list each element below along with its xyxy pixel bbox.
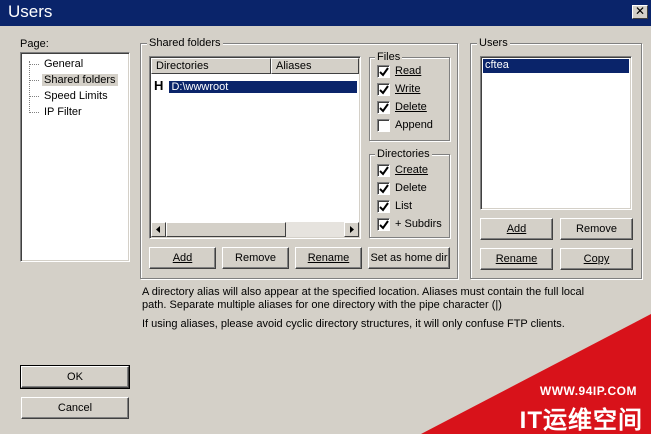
watermark-text: IT运维空间 [519, 407, 643, 434]
tree-connector [29, 63, 39, 65]
checkbox-box [377, 199, 390, 213]
checkbox-box [377, 163, 390, 177]
folder-rename-button[interactable]: Rename [295, 247, 362, 269]
watermark-url: WWW.94IP.COM [539, 384, 637, 398]
checkbox-box [377, 181, 390, 195]
close-icon: ✕ [634, 4, 646, 18]
alias-info-line-1: A directory alias will also appear at th… [142, 286, 585, 298]
title-bar: Users ✕ [0, 0, 651, 26]
horizontal-scrollbar[interactable] [151, 222, 359, 237]
tree-connector [29, 79, 39, 81]
alias-info-line-2: path. Separate multiple aliases for one … [142, 299, 502, 311]
check-icon [379, 202, 389, 212]
directories-listview[interactable]: Directories Aliases H D:\wwwroot [149, 56, 361, 239]
window-title: Users [8, 2, 53, 21]
check-icon [379, 67, 389, 77]
directory-path: D:\wwwroot [168, 80, 359, 94]
directories-label: Directories [375, 148, 432, 160]
watermark-triangle [421, 314, 651, 434]
tree-item-shared-folders[interactable]: Shared folders [29, 73, 118, 88]
ok-button[interactable]: OK [20, 365, 130, 389]
tree-connector [29, 95, 39, 97]
arrow-left-icon [156, 226, 160, 233]
folder-remove-button[interactable]: Remove [222, 247, 289, 269]
set-home-dir-button[interactable]: Set as home dir [368, 247, 450, 269]
user-rename-button[interactable]: Rename [480, 248, 553, 270]
tree-item-ip-filter[interactable]: IP Filter [29, 105, 84, 120]
check-icon [379, 184, 389, 194]
append-checkbox[interactable]: Append [377, 118, 433, 134]
shared-folders-label: Shared folders [147, 37, 223, 49]
check-icon [379, 166, 389, 176]
scroll-left-button[interactable] [151, 222, 166, 237]
files-label: Files [375, 51, 403, 63]
tree-connector [29, 111, 39, 113]
user-item[interactable]: cftea [482, 58, 630, 74]
check-icon [379, 103, 389, 113]
cancel-button[interactable]: Cancel [21, 397, 129, 419]
page-label: Page: [20, 38, 49, 50]
checkbox-box [377, 118, 390, 132]
delete-dir-checkbox[interactable]: Delete [377, 181, 427, 197]
checkbox-box [377, 100, 390, 114]
delete-file-checkbox[interactable]: Delete [377, 100, 427, 116]
user-remove-button[interactable]: Remove [560, 218, 633, 240]
user-add-button[interactable]: Add [480, 218, 553, 240]
checkbox-box [377, 82, 390, 96]
folder-add-button[interactable]: Add [149, 247, 216, 269]
read-checkbox[interactable]: Read [377, 64, 421, 80]
users-label: Users [477, 37, 510, 49]
home-marker: H [154, 78, 164, 93]
check-icon [379, 85, 389, 95]
page-tree[interactable]: General Shared folders Speed Limits IP F… [20, 52, 130, 262]
column-header-aliases[interactable]: Aliases [271, 58, 359, 74]
tree-item-general[interactable]: General [29, 57, 85, 72]
checkbox-box [377, 64, 390, 78]
arrow-right-icon [350, 226, 354, 233]
scroll-thumb[interactable] [166, 222, 286, 237]
list-checkbox[interactable]: List [377, 199, 412, 215]
users-listbox[interactable]: cftea [480, 56, 632, 210]
scroll-right-button[interactable] [344, 222, 359, 237]
tree-vertical-line [29, 61, 30, 113]
directory-row[interactable]: H D:\wwwroot [154, 78, 359, 94]
alias-info-line-3: If using aliases, please avoid cyclic di… [142, 318, 565, 330]
watermark: WWW.94IP.COM IT运维空间 [421, 314, 651, 434]
user-copy-button[interactable]: Copy [560, 248, 633, 270]
column-header-directories[interactable]: Directories [151, 58, 271, 74]
create-checkbox[interactable]: Create [377, 163, 428, 179]
tree-item-speed-limits[interactable]: Speed Limits [29, 89, 110, 104]
write-checkbox[interactable]: Write [377, 82, 420, 98]
checkbox-box [377, 217, 390, 231]
check-icon [379, 220, 389, 230]
subdirs-checkbox[interactable]: + Subdirs [377, 217, 442, 233]
close-button[interactable]: ✕ [632, 5, 648, 19]
